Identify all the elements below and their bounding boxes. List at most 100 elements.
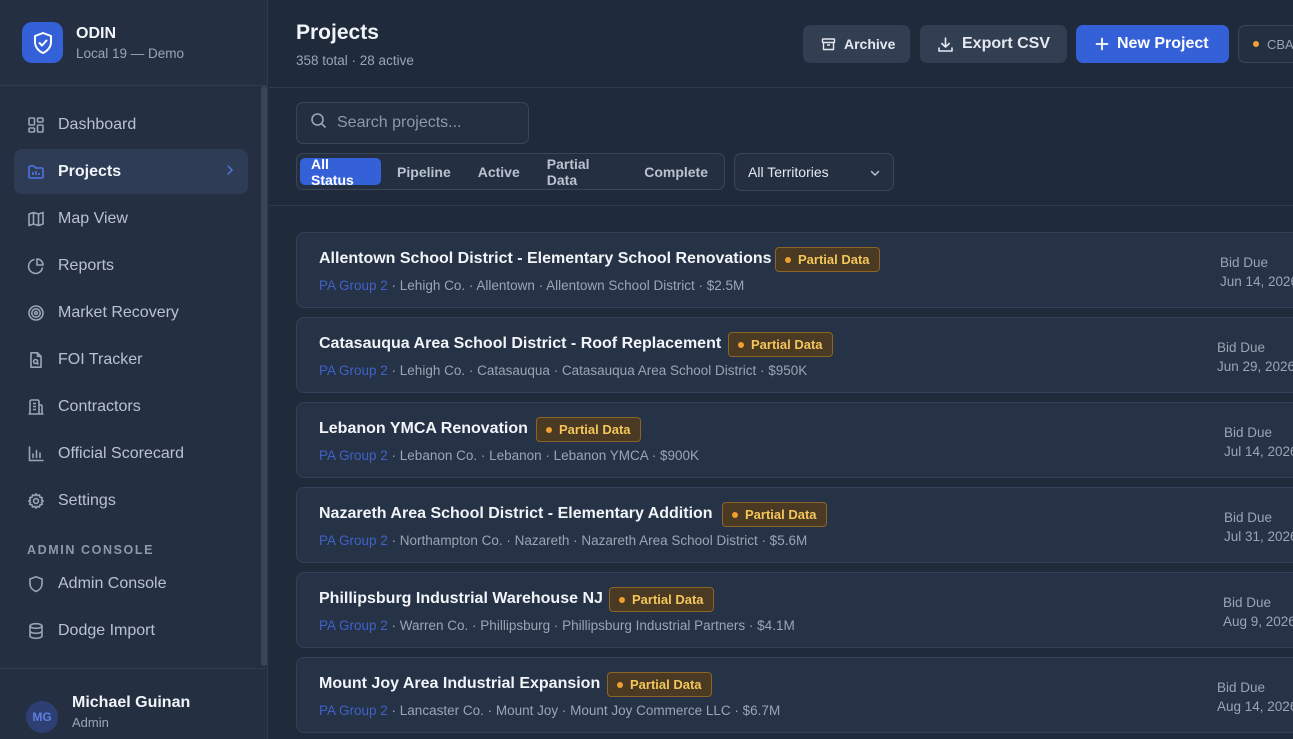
- status-label: Partial Data: [559, 422, 631, 437]
- territory-select[interactable]: All Territories: [734, 153, 894, 191]
- dot-icon: [546, 426, 552, 433]
- project-meta: PA Group 2 · Lancaster Co. · Mount Joy ·…: [319, 703, 780, 718]
- sidebar: ODIN Local 19 — Demo Dashboard Projects …: [0, 0, 268, 739]
- brand: ODIN Local 19 — Demo: [0, 0, 267, 86]
- bid-date: Aug 9, 2026: [1223, 614, 1293, 629]
- group-link[interactable]: PA Group 2: [319, 448, 388, 463]
- sidebar-item-label: Dodge Import: [58, 621, 155, 639]
- sidebar-item-reports[interactable]: Reports: [14, 243, 248, 288]
- cba-button[interactable]: CBA: [1238, 25, 1293, 63]
- sidebar-item-label: Reports: [58, 256, 115, 274]
- page-header: Projects 358 total · 28 active Archive E…: [269, 0, 1293, 88]
- status-badge: Partial Data: [536, 417, 641, 442]
- group-link[interactable]: PA Group 2: [319, 703, 388, 718]
- dot-icon: [732, 511, 738, 518]
- project-meta: PA Group 2 · Warren Co. · Phillipsburg ·…: [319, 618, 795, 633]
- status-badge: Partial Data: [728, 332, 833, 357]
- status-label: Partial Data: [751, 337, 823, 352]
- chevron-right-icon: [226, 163, 234, 182]
- dot-icon: [617, 681, 623, 688]
- tab-complete[interactable]: Complete: [633, 158, 719, 185]
- project-title: Phillipsburg Industrial Warehouse NJ: [319, 590, 603, 607]
- status-badge: Partial Data: [775, 247, 880, 272]
- sidebar-item-settings[interactable]: Settings: [14, 478, 248, 523]
- export-label: Export CSV: [962, 35, 1051, 52]
- user-name: Michael Guinan: [72, 694, 191, 711]
- status-label: Partial Data: [630, 677, 702, 692]
- meta-text: · Lancaster Co. · Mount Joy · Mount Joy …: [387, 703, 781, 718]
- project-row[interactable]: Phillipsburg Industrial Warehouse NJ Par…: [296, 572, 1293, 648]
- export-csv-button[interactable]: Export CSV: [920, 25, 1067, 63]
- archive-button[interactable]: Archive: [803, 25, 910, 63]
- target-icon: [26, 303, 46, 323]
- bid-date: Jun 29, 2026: [1217, 359, 1293, 374]
- user-profile[interactable]: MG Michael Guinan Admin: [0, 668, 268, 739]
- project-row[interactable]: Catasauqua Area School District - Roof R…: [296, 317, 1293, 393]
- bid-date: Jul 31, 2026: [1224, 529, 1293, 544]
- archive-icon: [821, 37, 836, 52]
- meta-text: · Warren Co. · Phillipsburg · Phillipsbu…: [387, 618, 795, 633]
- tab-partial-data[interactable]: Partial Data: [536, 156, 628, 188]
- project-row[interactable]: Allentown School District - Elementary S…: [296, 232, 1293, 308]
- dot-icon: [785, 256, 791, 263]
- search-box[interactable]: [296, 102, 529, 144]
- project-meta: PA Group 2 · Lehigh Co. · Catasauqua · C…: [319, 363, 807, 378]
- project-title: Catasauqua Area School District - Roof R…: [319, 335, 722, 352]
- territory-value: All Territories: [748, 164, 829, 180]
- status-label: Partial Data: [745, 507, 817, 522]
- tab-active[interactable]: Active: [467, 158, 531, 185]
- sidebar-item-contractors[interactable]: Contractors: [14, 384, 248, 429]
- project-list: Allentown School District - Elementary S…: [296, 232, 1293, 739]
- download-icon: [937, 36, 954, 53]
- tab-all-status[interactable]: All Status: [300, 156, 382, 188]
- sidebar-item-label: Projects: [58, 162, 122, 180]
- page-title: Projects: [296, 21, 379, 44]
- project-row[interactable]: Nazareth Area School District - Elementa…: [296, 487, 1293, 563]
- sidebar-item-label: Market Recovery: [58, 303, 179, 321]
- group-link[interactable]: PA Group 2: [319, 533, 388, 548]
- shield-icon: [26, 574, 46, 594]
- bid-date: Aug 14, 2026: [1217, 699, 1293, 714]
- sidebar-item-label: Settings: [58, 491, 116, 509]
- bid-due: Bid Due Aug 14, 2026: [1217, 678, 1293, 716]
- brand-subtitle: Local 19 — Demo: [76, 45, 185, 61]
- pie-chart-icon: [26, 256, 46, 276]
- sidebar-item-label: Admin Console: [58, 574, 167, 592]
- search-input[interactable]: [337, 114, 517, 132]
- project-row[interactable]: Mount Joy Area Industrial Expansion Part…: [296, 657, 1293, 733]
- shield-logo-icon: [22, 22, 63, 63]
- chevron-down-icon: [869, 166, 881, 182]
- group-link[interactable]: PA Group 2: [319, 278, 388, 293]
- group-link[interactable]: PA Group 2: [319, 363, 388, 378]
- project-row[interactable]: Lebanon YMCA Renovation Partial Data PA …: [296, 402, 1293, 478]
- meta-text: · Northampton Co. · Nazareth · Nazareth …: [387, 533, 808, 548]
- sidebar-item-dodge-import[interactable]: Dodge Import: [14, 608, 248, 653]
- sidebar-item-dashboard[interactable]: Dashboard: [14, 102, 248, 147]
- group-link[interactable]: PA Group 2: [319, 618, 388, 633]
- cba-label: CBA: [1267, 36, 1293, 52]
- status-label: Partial Data: [798, 252, 870, 267]
- sidebar-item-market-recovery[interactable]: Market Recovery: [14, 290, 248, 335]
- sidebar-item-map-view[interactable]: Map View: [14, 196, 248, 241]
- status-tabs: All Status Pipeline Active Partial Data …: [296, 153, 725, 190]
- bid-date: Jul 14, 2026: [1224, 444, 1293, 459]
- bid-due: Bid Due Aug 9, 2026: [1223, 593, 1293, 631]
- meta-text: · Lehigh Co. · Catasauqua · Catasauqua A…: [387, 363, 808, 378]
- new-project-button[interactable]: New Project: [1076, 25, 1229, 63]
- database-icon: [26, 621, 46, 641]
- sidebar-item-label: Dashboard: [58, 115, 137, 133]
- sidebar-item-foi-tracker[interactable]: FOI Tracker: [14, 337, 248, 382]
- bid-due: Bid Due Jul 31, 2026: [1224, 508, 1293, 546]
- sidebar-item-projects[interactable]: Projects: [14, 149, 248, 194]
- bar-chart-icon: [26, 444, 46, 464]
- sidebar-item-admin-console[interactable]: Admin Console: [14, 561, 248, 606]
- project-title: Allentown School District - Elementary S…: [319, 250, 772, 267]
- sidebar-item-official-scorecard[interactable]: Official Scorecard: [14, 431, 248, 476]
- grid-icon: [26, 115, 46, 135]
- tab-pipeline[interactable]: Pipeline: [386, 158, 462, 185]
- admin-section-label: ADMIN CONSOLE: [27, 543, 155, 557]
- sidebar-item-label: Official Scorecard: [58, 444, 184, 462]
- sidebar-scrollbar[interactable]: [261, 86, 267, 666]
- brand-name: ODIN: [76, 24, 116, 42]
- project-title: Lebanon YMCA Renovation: [319, 420, 528, 437]
